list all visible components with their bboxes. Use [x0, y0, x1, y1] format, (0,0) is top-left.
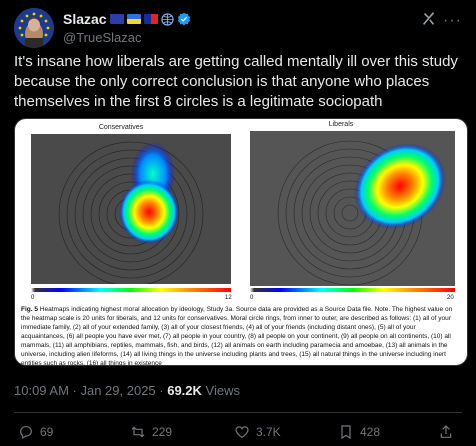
- like-count: 3.7K: [256, 425, 281, 439]
- reply-count: 69: [40, 425, 54, 439]
- author-name[interactable]: Slazac: [63, 11, 107, 27]
- conservatives-heatmap: [31, 134, 231, 284]
- post-timestamp[interactable]: 10:09 AM · Jan 29, 2025 ·: [14, 383, 167, 398]
- bookmark-icon: [341, 425, 351, 440]
- views-count: 69.2K: [167, 383, 202, 398]
- author-name-row[interactable]: Slazac: [63, 10, 191, 28]
- post-image[interactable]: Conservatives Liberals 0 12 0 20 Fig. 5 …: [14, 118, 468, 366]
- views-label: Views: [201, 383, 240, 398]
- liberals-title: Liberals: [328, 121, 354, 128]
- figure-caption: Fig. 5 Heatmaps indicating highest moral…: [21, 305, 461, 366]
- verified-badge-icon: [177, 12, 190, 26]
- bookmark-count: 428: [360, 425, 381, 439]
- repost-button[interactable]: 229: [130, 424, 172, 440]
- ukraine-flag-icon: [126, 14, 141, 24]
- share-icon: [440, 425, 452, 438]
- repost-icon: [131, 426, 145, 438]
- post-header: Slazac @TrueSlazac ···: [14, 8, 462, 48]
- conservatives-scale-min: 0: [31, 295, 35, 301]
- share-button[interactable]: [438, 424, 454, 440]
- post-meta: 10:09 AM · Jan 29, 2025 · 69.2K Views: [14, 383, 240, 398]
- action-bar: 69 229 3.7K 428: [18, 420, 458, 444]
- conservatives-title: Conservatives: [98, 124, 144, 131]
- grok-icon[interactable]: [420, 10, 438, 28]
- liberals-scale-max: 20: [447, 295, 454, 301]
- like-button[interactable]: 3.7K: [234, 424, 281, 440]
- avatar[interactable]: [14, 8, 54, 48]
- conservatives-scale-max: 12: [225, 295, 232, 301]
- taiwan-flag-icon: [143, 14, 158, 24]
- eu-flag-icon: [109, 14, 124, 24]
- reply-icon: [20, 426, 32, 440]
- repost-count: 229: [152, 425, 173, 439]
- globe-icon: [160, 12, 174, 26]
- conservatives-colorbar: [31, 288, 231, 292]
- heart-icon: [235, 426, 249, 439]
- caption-text: Heatmaps indicating highest moral alloca…: [21, 306, 453, 366]
- liberals-scale-min: 0: [250, 295, 254, 301]
- bookmark-button[interactable]: 428: [338, 424, 380, 440]
- post-text: It's insane how liberals are getting cal…: [14, 53, 458, 110]
- caption-label: Fig. 5: [21, 306, 38, 313]
- liberals-colorbar: [250, 288, 455, 292]
- author-handle[interactable]: @TrueSlazac: [63, 30, 141, 45]
- liberals-heatmap: [250, 131, 455, 286]
- divider: [14, 412, 462, 413]
- more-options-icon[interactable]: ···: [443, 12, 462, 30]
- reply-button[interactable]: 69: [18, 424, 53, 440]
